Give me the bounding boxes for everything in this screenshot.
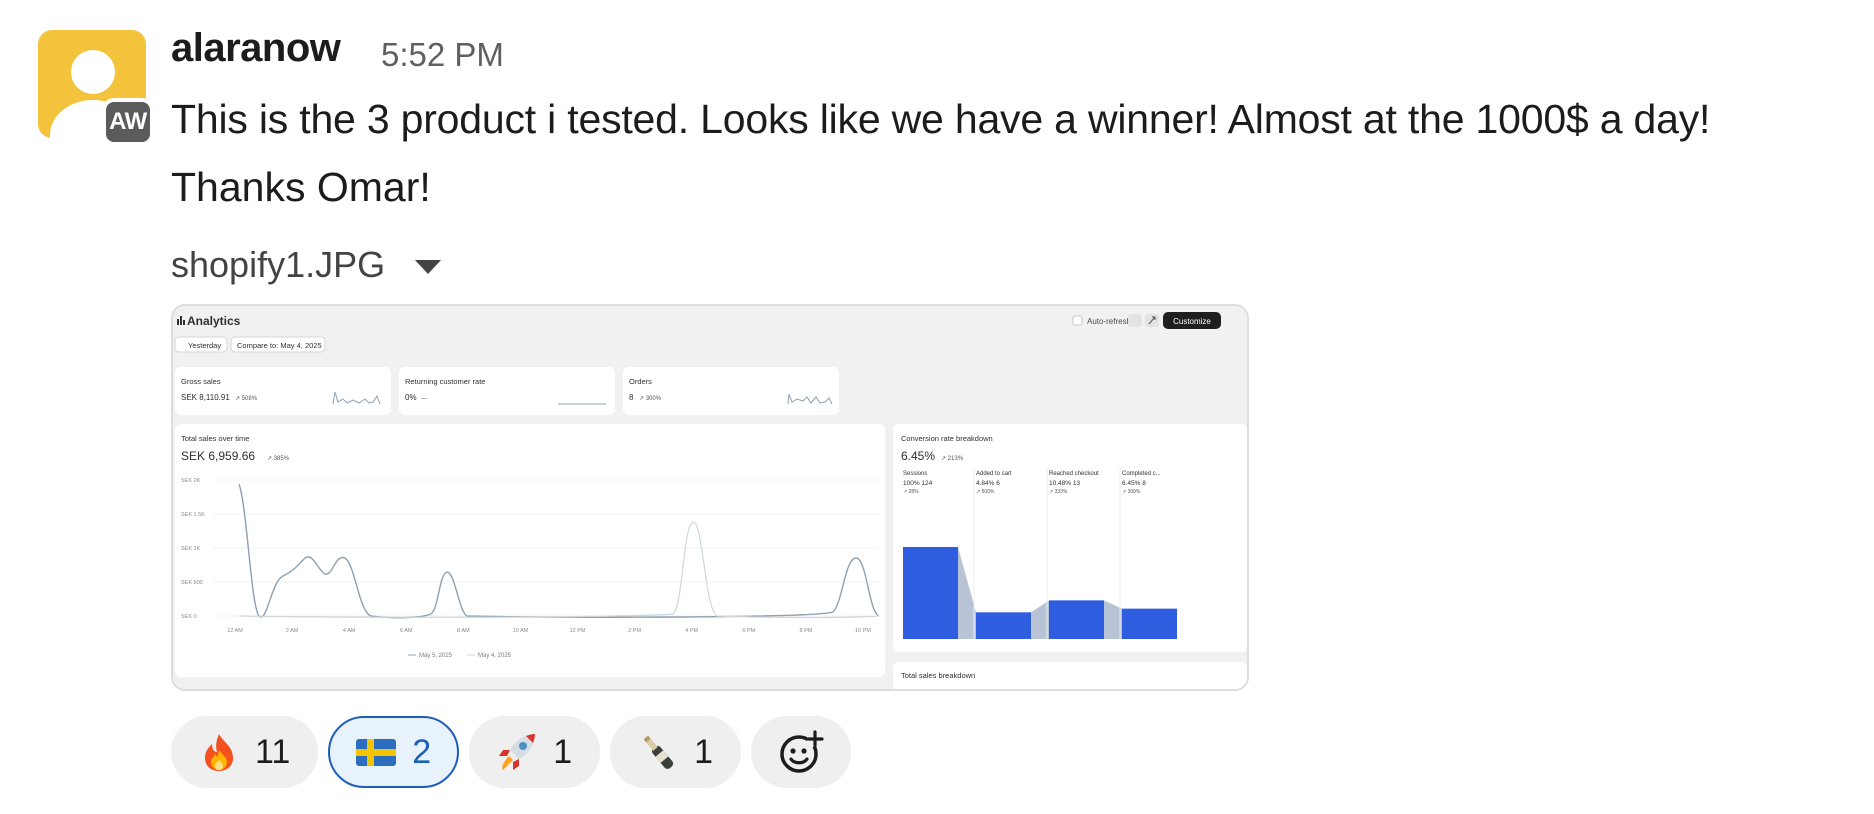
reaction-count: 1 [553, 732, 573, 771]
champagne-icon [644, 735, 674, 769]
funnel-step-value: 10.48% 13 [1049, 480, 1080, 487]
funnel-step-label: Completed c... [1122, 471, 1161, 477]
x-tick-label: 10 PM [855, 628, 871, 634]
metric-value: 0% [405, 393, 417, 402]
funnel-step-value: 100% 124 [903, 480, 933, 487]
x-tick-label: 6 AM [400, 628, 413, 634]
funnel-bar[interactable] [903, 547, 958, 639]
y-tick-label: SEK 1.5K [181, 512, 205, 518]
caret-down-icon[interactable] [415, 260, 442, 274]
reaction-rocket[interactable]: 1 [469, 716, 601, 788]
avatar-head-shape [71, 50, 115, 94]
avatar-initials-badge: AW [102, 98, 154, 146]
card-title: Conversion rate breakdown [901, 434, 993, 443]
x-tick-label: 12 AM [227, 628, 243, 634]
reaction-champagne[interactable]: 1 [610, 716, 742, 788]
x-tick-label: 12 PM [570, 628, 586, 634]
x-tick-label: 4 AM [343, 628, 356, 634]
attachment-file-toggle[interactable]: shopify1.JPG [171, 244, 442, 286]
metric-label: Orders [629, 377, 652, 386]
date-range-label: Yesterday [188, 341, 221, 350]
funnel-bar[interactable] [976, 612, 1031, 639]
total-sales-breakdown-card[interactable]: Total sales breakdown [893, 662, 1247, 691]
x-tick-label: 8 AM [457, 628, 470, 634]
metric-card-gross-sales[interactable]: Gross sales SEK 8,110.91 ↗ 508% [175, 367, 391, 415]
y-tick-label: SEK 1K [181, 546, 201, 552]
legend-item-previous: May 4, 2025 [478, 653, 512, 659]
conversion-card[interactable]: Conversion rate breakdown 6.45% ↗ 213% S… [893, 424, 1247, 652]
x-tick-label: 2 AM [286, 628, 299, 634]
card-title: Total sales over time [181, 434, 249, 443]
customize-label: Customize [1173, 317, 1211, 326]
layout-icon[interactable] [1128, 314, 1142, 327]
message-text-line-1: This is the 3 product i tested. Looks li… [171, 96, 1711, 142]
conversion-value: 6.45% [901, 449, 935, 463]
total-sales-change: ↗ 385% [267, 456, 290, 462]
legend-item-current: May 5, 2025 [419, 653, 453, 659]
y-tick-label: SEK 0 [181, 614, 197, 620]
total-sales-card[interactable]: Total sales over time SEK 6,959.66 ↗ 385… [175, 424, 885, 677]
message-timestamp[interactable]: 5:52 PM [381, 36, 504, 74]
reaction-count: 1 [694, 732, 714, 771]
add-reaction-icon [780, 730, 824, 773]
funnel-step-value: 6.45% 8 [1122, 480, 1146, 487]
metric-card-orders[interactable]: Orders 8 ↗ 300% [623, 367, 839, 415]
sweden-flag-icon [356, 739, 397, 766]
x-tick-label: 6 PM [742, 628, 755, 634]
x-tick-label: 4 PM [685, 628, 698, 634]
funnel-step-label: Added to cart [976, 471, 1012, 477]
x-tick-label: 10 AM [513, 628, 529, 634]
message-author[interactable]: alaranow [171, 26, 341, 71]
funnel-step-label: Reached checkout [1049, 471, 1099, 477]
reaction-count: 2 [412, 732, 432, 771]
x-tick-label: 8 PM [799, 628, 812, 634]
funnel-step-change: ↗ 333% [1049, 489, 1068, 495]
metric-change: — [421, 396, 427, 402]
metric-card-returning-rate[interactable]: Returning customer rate 0% — [399, 367, 615, 415]
message-text-line-2: Thanks Omar! [171, 164, 431, 210]
y-tick-label: SEK 2K [181, 478, 201, 484]
fire-icon [205, 734, 233, 771]
funnel-step-label: Sessions [903, 471, 927, 477]
conversion-change: ↗ 213% [941, 456, 964, 462]
auto-refresh-label: Auto-refresh [1087, 317, 1131, 326]
metric-label: Returning customer rate [405, 377, 485, 386]
metric-label: Gross sales [181, 377, 221, 386]
funnel-step-change: ↗ 500% [976, 489, 995, 495]
card-title: Total sales breakdown [901, 671, 975, 680]
funnel-bar[interactable] [1122, 608, 1177, 639]
metric-change: ↗ 508% [235, 396, 258, 402]
attachment-image[interactable]: Analytics Auto-refresh Customize Yesterd… [171, 304, 1249, 691]
rocket-icon [499, 734, 536, 770]
reaction-fire[interactable]: 11 [171, 716, 319, 788]
analytics-title: Analytics [187, 314, 241, 328]
attachment-file-name: shopify1.JPG [171, 244, 386, 285]
x-tick-label: 2 PM [628, 628, 641, 634]
auto-refresh-checkbox[interactable] [1072, 315, 1083, 326]
metric-value: 8 [629, 393, 634, 402]
compare-label: Compare to: May 4, 2025 [237, 341, 322, 350]
reactions-bar: 11 2 1 1 [171, 716, 852, 788]
funnel-step-change: ↗ 28% [903, 489, 919, 495]
funnel-bar[interactable] [1049, 600, 1104, 639]
metric-change: ↗ 300% [639, 396, 662, 402]
metric-value: SEK 8,110.91 [181, 393, 230, 402]
funnel-step-value: 4.84% 6 [976, 480, 1000, 487]
reaction-sweden-flag[interactable]: 2 [328, 716, 460, 788]
y-tick-label: SEK 500 [181, 580, 203, 586]
reaction-count: 11 [255, 732, 291, 771]
add-reaction-button[interactable] [751, 716, 852, 788]
funnel-step-change: ↗ 300% [1122, 489, 1141, 495]
total-sales-value: SEK 6,959.66 [181, 449, 255, 463]
